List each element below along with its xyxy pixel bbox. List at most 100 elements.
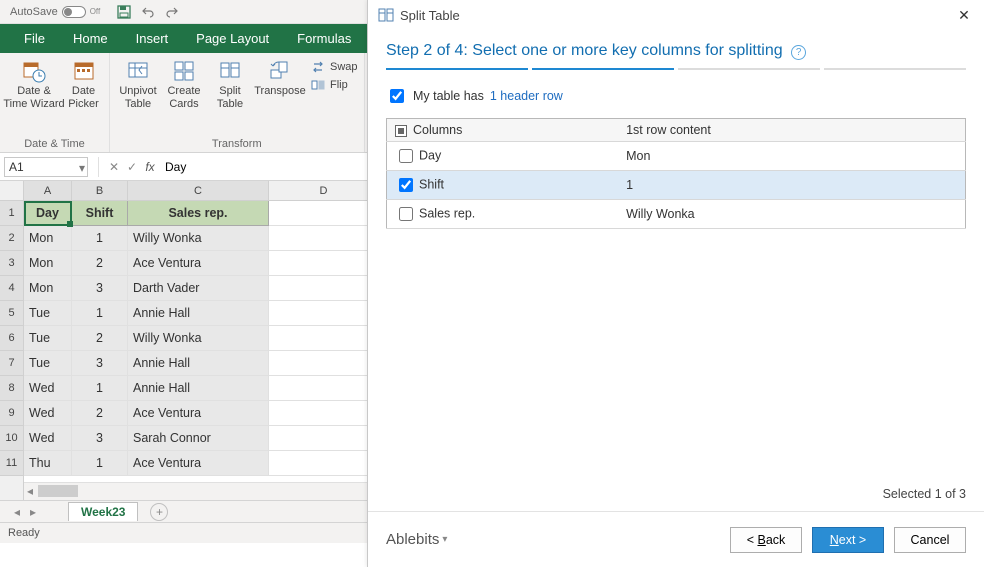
save-icon[interactable] [116,4,132,20]
cell[interactable]: Mon [24,226,72,251]
column-checkbox[interactable] [399,178,413,192]
cell[interactable]: Thu [24,451,72,476]
cell[interactable]: 2 [72,401,128,426]
column-checkbox[interactable] [399,207,413,221]
chevron-down-icon[interactable]: ▾ [79,161,85,175]
cell[interactable]: Tue [24,351,72,376]
row-header[interactable]: 10 [0,426,23,451]
cell[interactable]: Day [24,201,72,226]
cell[interactable]: 1 [72,301,128,326]
cell[interactable]: Tue [24,326,72,351]
cell[interactable]: 1 [72,376,128,401]
tab-home[interactable]: Home [59,24,122,53]
cell[interactable]: Annie Hall [128,301,269,326]
redo-icon[interactable] [164,4,180,20]
date-time-wizard-button[interactable]: Date & Time Wizard [6,57,62,110]
cell[interactable]: Ace Ventura [128,251,269,276]
row-header[interactable]: 5 [0,301,23,326]
cell[interactable] [269,326,379,351]
close-button[interactable]: ✕ [954,5,974,25]
name-box[interactable]: A1 ▾ [4,157,88,177]
cell[interactable]: Willy Wonka [128,326,269,351]
swap-button[interactable]: Swap [310,59,358,75]
row-header[interactable]: 7 [0,351,23,376]
cell[interactable] [269,301,379,326]
cell[interactable] [269,351,379,376]
cell[interactable]: Mon [24,251,72,276]
autosave-toggle[interactable]: AutoSave Off [4,6,106,18]
cancel-formula-icon[interactable]: ✕ [105,158,123,176]
help-icon[interactable]: ? [791,45,806,60]
cell[interactable]: Darth Vader [128,276,269,301]
row-header[interactable]: 9 [0,401,23,426]
date-picker-button[interactable]: Date Picker [64,57,103,110]
cell[interactable] [269,201,379,226]
cell[interactable]: 2 [72,326,128,351]
transpose-button[interactable]: Transpose [254,57,306,110]
enter-formula-icon[interactable]: ✓ [123,158,141,176]
cell[interactable] [269,251,379,276]
cancel-button[interactable]: Cancel [894,527,966,553]
header-rows-checkbox[interactable] [390,89,404,103]
cell[interactable]: Shift [72,201,128,226]
col-header[interactable]: A [24,181,72,200]
tab-insert[interactable]: Insert [122,24,183,53]
next-button[interactable]: Next > [812,527,884,553]
header-rows-checkbox-row[interactable]: My table has 1 header row [386,86,966,106]
cell[interactable]: Wed [24,376,72,401]
tab-pagelayout[interactable]: Page Layout [182,24,283,53]
cell[interactable]: 3 [72,351,128,376]
row-header[interactable]: 4 [0,276,23,301]
tab-file[interactable]: File [10,24,59,53]
create-cards-button[interactable]: Create Cards [162,57,206,110]
split-table-button[interactable]: Split Table [208,57,252,110]
cell[interactable]: Ace Ventura [128,451,269,476]
cell[interactable] [269,451,379,476]
col-header[interactable]: C [128,181,269,200]
cell[interactable]: 1 [72,451,128,476]
cell[interactable]: 1 [72,226,128,251]
cell[interactable]: Annie Hall [128,351,269,376]
cell[interactable]: Tue [24,301,72,326]
row-header[interactable]: 11 [0,451,23,476]
scroll-left-icon[interactable]: ◂ [24,485,36,497]
header-rows-link[interactable]: 1 header row [490,89,563,103]
key-column-row[interactable]: Shift 1 [387,171,966,200]
cell[interactable]: Ace Ventura [128,401,269,426]
tab-formulas[interactable]: Formulas [283,24,365,53]
row-header[interactable]: 2 [0,226,23,251]
key-column-row[interactable]: Day Mon [387,142,966,171]
cell[interactable]: 2 [72,251,128,276]
cell[interactable] [269,276,379,301]
key-column-row[interactable]: Sales rep. Willy Wonka [387,200,966,229]
cell[interactable]: Wed [24,426,72,451]
back-button[interactable]: < Back [730,527,802,553]
cell[interactable]: Mon [24,276,72,301]
cell[interactable]: Annie Hall [128,376,269,401]
cell[interactable]: Sales rep. [128,201,269,226]
row-header[interactable]: 1 [0,201,23,226]
col-header[interactable]: B [72,181,128,200]
row-header[interactable]: 8 [0,376,23,401]
cell[interactable]: Willy Wonka [128,226,269,251]
cell[interactable]: 3 [72,276,128,301]
cell[interactable]: Wed [24,401,72,426]
row-header[interactable]: 6 [0,326,23,351]
column-checkbox[interactable] [399,149,413,163]
select-all-corner[interactable] [0,181,23,201]
select-all-columns-checkbox[interactable] [395,125,407,137]
add-sheet-button[interactable]: + [150,503,168,521]
scroll-thumb[interactable] [38,485,78,497]
row-header[interactable]: 3 [0,251,23,276]
fx-icon[interactable]: fx [141,158,159,176]
unpivot-table-button[interactable]: Unpivot Table [116,57,160,110]
brand-menu[interactable]: Ablebits ▾ [386,531,447,548]
cell[interactable] [269,426,379,451]
col-header[interactable]: D [269,181,379,200]
cell[interactable]: 3 [72,426,128,451]
cell[interactable] [269,376,379,401]
cell[interactable] [269,226,379,251]
sheet-nav-prev-icon[interactable]: ◂ [10,505,24,519]
flip-button[interactable]: Flip [310,77,358,93]
cell[interactable] [269,401,379,426]
